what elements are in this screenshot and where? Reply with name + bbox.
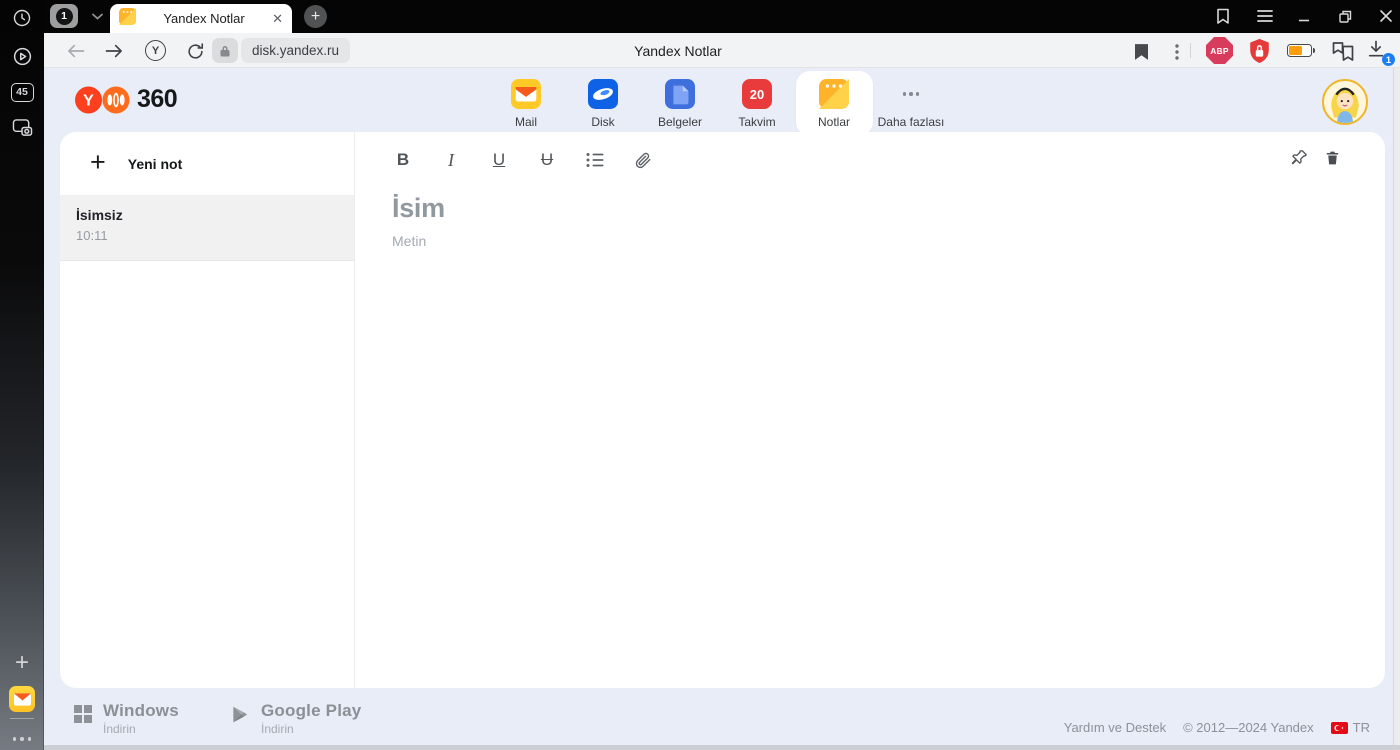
screenshot-icon[interactable]: [0, 112, 44, 142]
editor-toolbar: B I U U: [356, 132, 1385, 188]
svg-text:Y: Y: [83, 92, 94, 109]
copyright-text: © 2012—2024 Yandex: [1183, 720, 1314, 735]
user-avatar[interactable]: [1322, 79, 1368, 125]
editor-body[interactable]: İsim Metin: [356, 188, 1385, 249]
note-time: 10:11: [76, 228, 108, 243]
mail-icon: [511, 79, 541, 109]
toolbar-divider: [1190, 43, 1191, 58]
footer-links: Yardım ve Destek © 2012—2024 Yandex TR: [1064, 720, 1370, 735]
service-mail[interactable]: Mail: [488, 71, 565, 136]
language-switcher[interactable]: TR: [1330, 720, 1370, 735]
tab-favicon-notes-icon: [119, 7, 136, 30]
bullet-list-icon: [586, 153, 604, 167]
browser-menu-icon[interactable]: [1254, 6, 1276, 26]
badge-45-icon[interactable]: 45: [0, 77, 44, 107]
notes-list-pane: + Yeni not İsimsiz 10:11: [60, 132, 355, 688]
history-icon[interactable]: [0, 3, 44, 33]
more-dots-icon: [896, 79, 926, 109]
tab-bar: 1 Yandex Notlar ✕ +: [44, 0, 1400, 33]
page-scrollbar[interactable]: [1393, 68, 1400, 745]
back-icon[interactable]: [65, 40, 87, 62]
close-window-icon[interactable]: [1375, 6, 1397, 26]
logo-360-text: 360: [137, 85, 178, 113]
service-more[interactable]: Daha fazlası: [873, 71, 950, 136]
yandex-logo-icon: Y: [75, 86, 130, 113]
note-editor: B I U U İsim Metin: [356, 132, 1385, 688]
delete-note-button[interactable]: [1324, 149, 1341, 172]
window-bottom-edge: [44, 745, 1400, 750]
help-link[interactable]: Yardım ve Destek: [1064, 720, 1166, 735]
bold-button[interactable]: B: [392, 150, 414, 170]
bookmarks-panel-icon[interactable]: [1212, 6, 1234, 26]
service-disk[interactable]: Disk: [565, 71, 642, 136]
service-calendar[interactable]: 20 Takvim: [719, 71, 796, 136]
downloads-icon[interactable]: 1: [1366, 39, 1395, 66]
url-field[interactable]: disk.yandex.ru: [241, 38, 351, 63]
bookmark-icon[interactable]: [1130, 41, 1152, 63]
protect-shield-icon[interactable]: [1246, 37, 1272, 64]
protect-icon[interactable]: Y: [145, 40, 166, 61]
tab-close-icon[interactable]: ✕: [272, 12, 283, 25]
pin-icon: [1291, 150, 1307, 165]
browser-sidebar: 45 +: [0, 0, 44, 750]
video-play-icon[interactable]: [0, 41, 44, 71]
yandex360-logo[interactable]: Y 360: [75, 85, 178, 114]
windows-icon: [74, 705, 92, 723]
notes-app-card: + Yeni not İsimsiz 10:11 B I U U İsim Me…: [60, 132, 1385, 688]
sidebar-divider: [10, 718, 34, 719]
sidebar-add-icon[interactable]: +: [0, 648, 44, 678]
sidebar-more-icon[interactable]: [0, 724, 44, 750]
tab-counter[interactable]: 1: [50, 4, 78, 28]
service-documents[interactable]: Belgeler: [642, 71, 719, 136]
restore-icon[interactable]: [1334, 6, 1356, 26]
underline-button[interactable]: U: [488, 150, 510, 170]
google-play-icon: [233, 706, 248, 723]
pin-note-button[interactable]: [1290, 148, 1309, 172]
notes-icon: [819, 79, 849, 109]
download-count-badge: 1: [1382, 53, 1395, 66]
minimize-icon[interactable]: [1293, 6, 1315, 26]
note-title: İsimsiz: [76, 207, 123, 223]
documents-icon: [665, 79, 695, 109]
page-footer: Windows İndirin Google Play İndirin Yard…: [44, 688, 1393, 745]
note-list-item[interactable]: İsimsiz 10:11: [60, 196, 354, 261]
avatar-illustration: [1324, 81, 1366, 123]
page-content: Y 360 Mail Disk Belgeler 20 Takvim Notla…: [44, 68, 1393, 745]
language-code: TR: [1352, 720, 1370, 735]
battery-saver-icon[interactable]: [1287, 44, 1315, 57]
extensions-menu-icon[interactable]: [1166, 41, 1188, 63]
yandex-mail-app-icon[interactable]: [0, 684, 44, 714]
italic-button[interactable]: I: [440, 150, 462, 171]
disk-icon: [588, 79, 618, 109]
tab-title: Yandex Notlar: [163, 11, 245, 26]
browser-tab[interactable]: Yandex Notlar ✕: [110, 4, 292, 33]
collections-icon[interactable]: [1330, 39, 1356, 63]
paperclip-icon: [635, 152, 651, 169]
forward-icon[interactable]: [103, 40, 125, 62]
new-tab-button[interactable]: +: [304, 5, 327, 28]
turkey-flag-icon: [1330, 721, 1348, 734]
google-play-download-link[interactable]: Google Play İndirin: [230, 701, 361, 736]
adblock-plus-icon[interactable]: ABP: [1206, 37, 1233, 64]
windows-download-link[interactable]: Windows İndirin: [74, 701, 179, 736]
note-text-placeholder[interactable]: Metin: [392, 233, 1345, 249]
note-title-placeholder[interactable]: İsim: [392, 193, 1345, 224]
reload-icon[interactable]: [184, 40, 206, 62]
calendar-icon: 20: [742, 79, 772, 109]
strikethrough-button[interactable]: U: [536, 150, 558, 170]
services-nav: Mail Disk Belgeler 20 Takvim Notlar Daha…: [488, 71, 950, 136]
address-toolbar: Y disk.yandex.ru Yandex Notlar ABP 1: [44, 33, 1400, 68]
trash-icon: [1326, 151, 1339, 164]
tab-list-chevron-icon[interactable]: [86, 6, 108, 26]
attach-button[interactable]: [632, 151, 654, 169]
plus-icon: +: [90, 146, 106, 177]
browser-window: 45 + 1 Yandex Notlar ✕ + Y disk.yandex.r…: [0, 0, 1400, 750]
new-note-button[interactable]: + Yeni not: [60, 132, 354, 196]
service-notes[interactable]: Notlar: [795, 71, 873, 136]
ssl-lock-icon[interactable]: [212, 38, 238, 63]
yandex360-header: Y 360 Mail Disk Belgeler 20 Takvim Notla…: [44, 68, 1393, 136]
bullet-list-button[interactable]: [584, 150, 606, 170]
